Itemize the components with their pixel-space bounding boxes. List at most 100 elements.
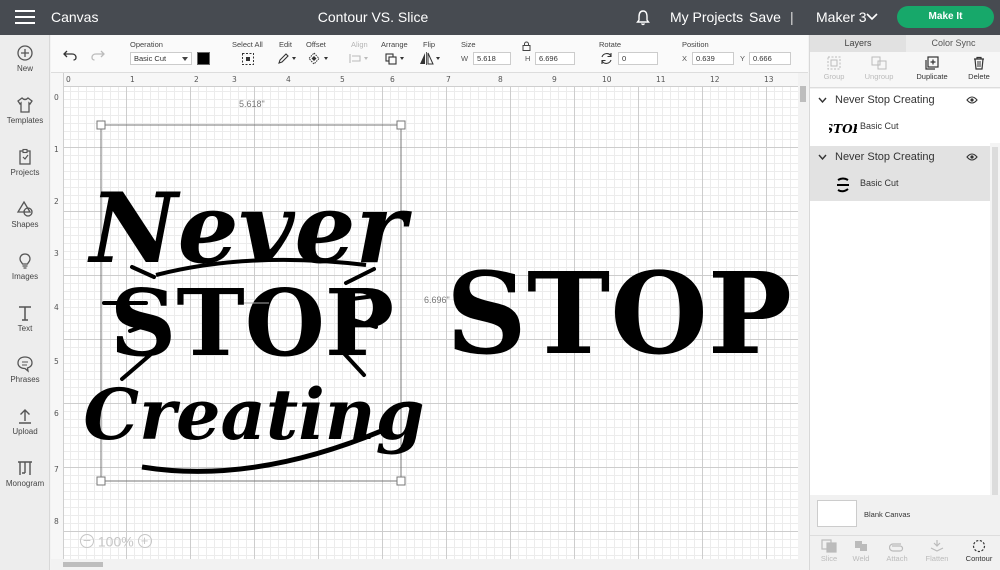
color-swatch[interactable] (197, 52, 210, 65)
ungroup-button[interactable]: Ungroup (855, 56, 903, 81)
make-it-button[interactable]: Make It (897, 6, 994, 28)
layer-label: Basic Cut (860, 178, 899, 188)
ruler-tick: 3 (232, 75, 237, 84)
rotate-label: Rotate (599, 40, 622, 49)
offset-icon[interactable] (307, 52, 331, 65)
my-projects-link[interactable]: My Projects (670, 9, 743, 25)
layer-label: Basic Cut (860, 121, 899, 131)
sidebar-item-shapes[interactable]: Shapes (0, 200, 50, 229)
redo-icon[interactable] (91, 49, 105, 61)
position-y-input[interactable]: 0.666 (749, 52, 791, 65)
ruler-tick: 6 (54, 409, 59, 418)
delete-button[interactable]: Delete (955, 56, 1000, 81)
ruler-tick: 1 (130, 75, 135, 84)
flatten-button[interactable]: Flatten (918, 539, 956, 563)
design-canvas[interactable]: Never STOP Creating STOP 5.618" 6.696" (64, 87, 798, 559)
align-icon (349, 54, 368, 63)
ruler-tick: 3 (54, 249, 59, 258)
lettering-stop: STOP (110, 269, 394, 377)
layer-group[interactable]: Never Stop Creating STOP Basic Cut (810, 89, 990, 144)
lightbulb-icon (19, 253, 31, 269)
sidebar-item-label: Templates (6, 116, 44, 125)
height-dimension: 6.696" (424, 295, 450, 305)
ruler-tick: 6 (390, 75, 395, 84)
position-x-input[interactable]: 0.639 (692, 52, 734, 65)
sidebar-item-templates[interactable]: Templates (0, 96, 50, 125)
rotate-icon[interactable] (600, 52, 613, 65)
chevron-down-icon[interactable] (818, 154, 827, 160)
layer-group[interactable]: Never Stop Creating Basic Cut (810, 146, 990, 201)
sidebar-item-monogram[interactable]: Monogram (0, 459, 50, 488)
ruler-tick: 1 (54, 145, 59, 154)
width-dimension: 5.618" (239, 99, 265, 109)
weld-button[interactable]: Weld (842, 539, 880, 563)
attach-button[interactable]: Attach (878, 539, 916, 563)
height-input[interactable]: 6.696 (535, 52, 575, 65)
duplicate-button[interactable]: Duplicate (908, 56, 956, 81)
weld-label: Weld (852, 554, 870, 563)
rotate-input[interactable]: 0 (618, 52, 658, 65)
width-value: 5.618 (477, 54, 496, 63)
chevron-down-icon[interactable] (818, 97, 827, 103)
canvas-vertical-scrollbar[interactable] (798, 73, 808, 560)
clipboard-icon (19, 148, 31, 165)
monogram-icon (18, 461, 32, 475)
save-button[interactable]: Save (749, 9, 781, 25)
scroll-thumb[interactable] (992, 147, 998, 537)
ruler-tick: 0 (66, 75, 71, 84)
pencil-icon[interactable] (277, 52, 297, 65)
resize-handle[interactable] (96, 476, 106, 486)
zoom-in-icon[interactable]: + (137, 534, 152, 549)
sidebar-item-label: Phrases (10, 375, 40, 384)
select-all-icon[interactable] (241, 52, 255, 66)
width-input[interactable]: 5.618 (473, 52, 511, 65)
bell-icon[interactable] (634, 9, 652, 27)
arrange-icon[interactable] (384, 52, 408, 65)
sidebar-item-phrases[interactable]: Phrases (0, 355, 50, 384)
layer-thumb-text: STOP (829, 122, 857, 136)
sidebar-item-label: Shapes (11, 220, 39, 229)
zoom-out-icon[interactable]: − (80, 533, 94, 549)
contour-button[interactable]: Contour (960, 539, 998, 563)
eye-icon[interactable] (966, 96, 978, 104)
weld-icon (855, 541, 867, 551)
flip-label: Flip (423, 40, 436, 49)
group-button[interactable]: Group (810, 56, 858, 81)
sidebar-item-images[interactable]: Images (0, 252, 50, 281)
resize-handle[interactable] (96, 120, 106, 130)
sidebar-item-projects[interactable]: Projects (0, 148, 50, 177)
delete-label: Delete (968, 72, 990, 81)
scroll-thumb[interactable] (63, 562, 103, 567)
speech-bubble-icon (17, 356, 33, 373)
position-x-value: 0.639 (696, 54, 715, 63)
scroll-thumb[interactable] (800, 86, 806, 102)
contour-icon (972, 539, 986, 553)
width-label: W (461, 54, 469, 63)
resize-handle[interactable] (396, 476, 406, 486)
tab-color-sync[interactable]: Color Sync (906, 35, 1000, 52)
sidebar-item-new[interactable]: New (0, 44, 50, 73)
panel-tabs: Layers Color Sync (810, 35, 1000, 52)
undo-icon[interactable] (63, 49, 77, 61)
tab-layers[interactable]: Layers (810, 35, 906, 52)
upload-icon (19, 409, 31, 424)
shirt-icon (17, 97, 33, 113)
standalone-stop[interactable]: STOP (446, 249, 792, 380)
ruler-tick: 2 (194, 75, 199, 84)
contour-label: Contour (965, 554, 993, 563)
chevron-down-icon (182, 57, 188, 61)
ruler-tick: 8 (54, 517, 59, 526)
blank-canvas-row[interactable]: Blank Canvas (810, 495, 1000, 535)
chevron-down-icon[interactable] (866, 12, 878, 22)
canvas-color-swatch[interactable] (817, 500, 857, 527)
trash-icon (974, 56, 984, 70)
resize-handle[interactable] (396, 120, 406, 130)
canvas-horizontal-scrollbar[interactable] (51, 559, 808, 570)
ruler-tick: 10 (602, 75, 612, 84)
flip-icon[interactable] (419, 52, 443, 65)
sidebar-item-text[interactable]: Text (0, 304, 50, 333)
machine-selector[interactable]: Maker 3 (816, 9, 867, 25)
eye-icon[interactable] (966, 153, 978, 161)
sidebar-item-upload[interactable]: Upload (0, 407, 50, 436)
lock-icon[interactable] (522, 41, 531, 51)
